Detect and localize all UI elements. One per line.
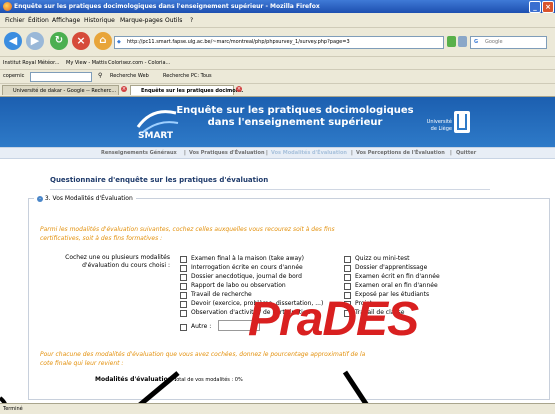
prades-watermark: PraDES	[248, 293, 419, 346]
status-text: Terminé	[3, 406, 23, 412]
overlay-strokes	[0, 370, 375, 413]
status-bar: Terminé	[0, 403, 555, 414]
